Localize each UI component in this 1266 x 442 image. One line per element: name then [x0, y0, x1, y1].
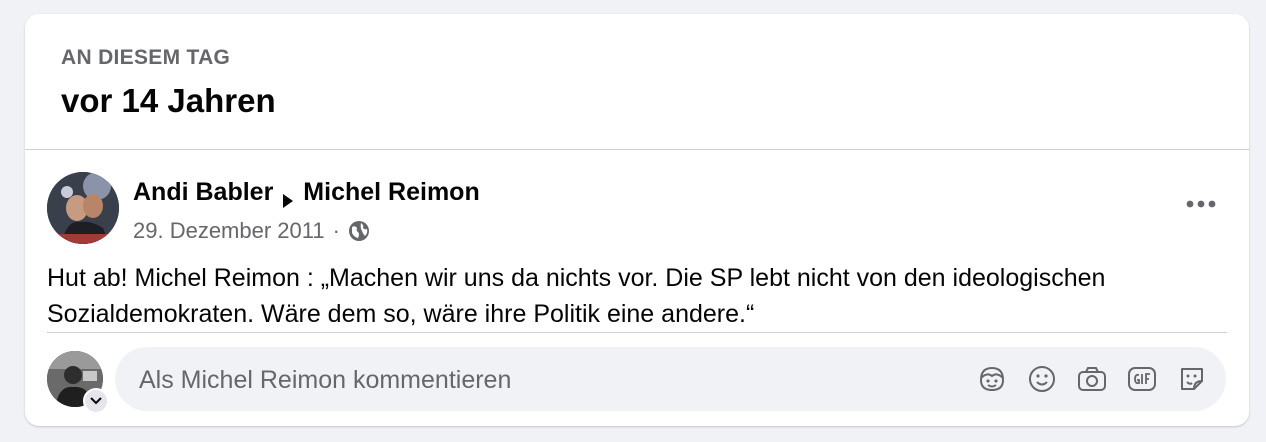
chevron-down-icon[interactable] [83, 388, 109, 414]
more-options-button[interactable] [1179, 186, 1223, 222]
memory-card: AN DIESEM TAG vor 14 Jahren Andi Babler … [25, 14, 1249, 426]
post-meta: 29. Dezember 2011 · [133, 218, 370, 244]
post-divider [47, 332, 1227, 333]
comment-icons [976, 347, 1208, 411]
memory-header: AN DIESEM TAG vor 14 Jahren [25, 14, 1249, 149]
avatar-sticker-icon[interactable] [976, 363, 1008, 395]
emoji-icon[interactable] [1026, 363, 1058, 395]
section-title: vor 14 Jahren [61, 82, 276, 119]
section-label: AN DIESEM TAG [61, 46, 231, 69]
globe-icon [348, 220, 370, 242]
recipient-name[interactable]: Michel Reimon [303, 178, 479, 207]
comment-input[interactable] [137, 347, 941, 413]
author-name[interactable]: Andi Babler [133, 178, 273, 207]
header-divider [25, 149, 1249, 150]
camera-icon[interactable] [1076, 363, 1108, 395]
post-date[interactable]: 29. Dezember 2011 [133, 218, 325, 244]
comment-box [115, 347, 1226, 413]
sticker-icon[interactable] [1176, 363, 1208, 395]
post-text: Hut ab! Michel Reimon : „Machen wir uns … [47, 264, 1106, 328]
author-avatar[interactable] [47, 172, 119, 244]
arrow-right-icon [283, 186, 294, 208]
post-author-line: Andi Babler Michel Reimon [133, 178, 480, 208]
gif-icon[interactable] [1126, 363, 1158, 395]
meta-separator: · [332, 218, 340, 243]
